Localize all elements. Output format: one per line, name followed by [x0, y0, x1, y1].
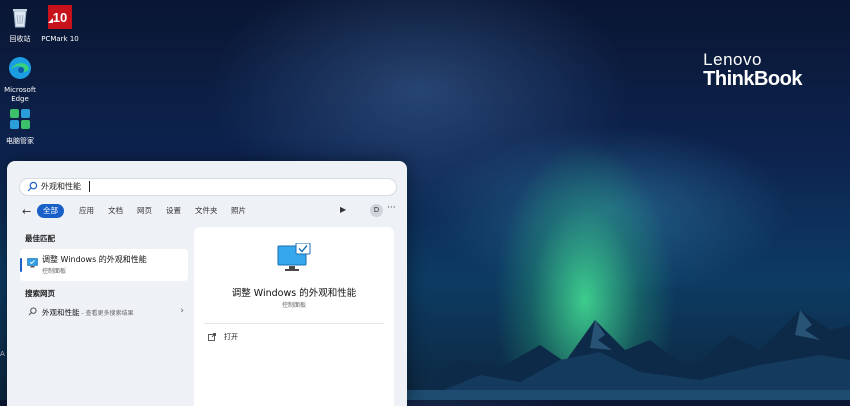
- back-arrow-icon[interactable]: ←: [22, 205, 31, 218]
- desktop-edge-fragment: A: [0, 350, 5, 358]
- filter-all[interactable]: 全部: [37, 204, 64, 218]
- desktop-icon-pc-manager[interactable]: 电脑管家: [0, 106, 48, 146]
- open-action[interactable]: 打开: [224, 332, 238, 342]
- detail-subtitle: 控制面板: [281, 302, 306, 309]
- search-panel: 外观和性能 ← 全部 应用 文档 网页 设置 文件夹 照片 ▶ D ··· 最佳…: [7, 161, 407, 406]
- desktop-icon-pcmark10[interactable]: 10 PCMark 10: [32, 4, 88, 44]
- search-icon: [27, 181, 38, 192]
- performance-settings-icon: [27, 258, 38, 268]
- pc-manager-icon: [10, 109, 30, 129]
- pc-manager-label: 电脑管家: [6, 137, 34, 145]
- web-result-text: 外观和性能 - 查看更多搜索结果: [42, 307, 133, 318]
- filter-bar: ← 全部 应用 文档 网页 设置 文件夹 照片 ▶ D ···: [19, 203, 396, 219]
- best-match-header: 最佳匹配: [25, 234, 55, 243]
- web-result-title: 外观和性能: [42, 308, 80, 317]
- chevron-right-icon[interactable]: ›: [180, 306, 184, 316]
- play-icon[interactable]: ▶: [340, 205, 346, 214]
- filter-settings[interactable]: 设置: [160, 204, 187, 218]
- divider: [204, 323, 384, 324]
- search-query: 外观和性能: [41, 182, 81, 191]
- brand-line1: Lenovo: [703, 50, 762, 69]
- web-result-subtitle: - 查看更多搜索结果: [79, 310, 134, 317]
- edge-label-line1: Microsoft: [4, 86, 36, 94]
- brand-line2: ThinkBook: [703, 68, 802, 90]
- filter-photos[interactable]: 照片: [225, 204, 252, 218]
- performance-settings-icon: [277, 243, 311, 271]
- web-search-header: 搜索网页: [25, 289, 55, 298]
- avatar[interactable]: D: [370, 204, 383, 217]
- text-caret: [89, 181, 90, 192]
- recycle-bin-icon: [13, 9, 27, 28]
- filter-web[interactable]: 网页: [131, 204, 158, 218]
- best-match-subtitle: 控制面板: [42, 268, 67, 275]
- detail-title: 调整 Windows 的外观和性能: [231, 288, 357, 299]
- filter-apps[interactable]: 应用: [73, 204, 100, 218]
- filter-documents[interactable]: 文档: [102, 204, 129, 218]
- filter-folders[interactable]: 文件夹: [189, 204, 224, 218]
- lenovo-thinkbook-logo: Lenovo ThinkBook: [703, 50, 802, 91]
- edge-icon: [9, 57, 31, 79]
- desktop-icon-edge[interactable]: Microsoft Edge: [0, 55, 48, 104]
- selection-indicator: [20, 258, 22, 272]
- search-icon: [28, 307, 37, 316]
- search-input[interactable]: 外观和性能: [19, 178, 397, 196]
- pcmark-icon: 10: [48, 5, 72, 29]
- web-search-result[interactable]: 外观和性能 - 查看更多搜索结果 ›: [20, 305, 188, 319]
- edge-label-line2: Edge: [11, 95, 29, 103]
- best-match-result[interactable]: 调整 Windows 的外观和性能 控制面板: [20, 249, 188, 281]
- open-external-icon: [208, 333, 216, 341]
- more-options-button[interactable]: ···: [387, 203, 396, 213]
- svg-text:10: 10: [53, 10, 67, 25]
- best-match-title: 调整 Windows 的外观和性能: [42, 255, 147, 264]
- result-detail-pane: 调整 Windows 的外观和性能 控制面板 打开: [194, 227, 394, 406]
- pcmark-label: PCMark 10: [41, 35, 79, 43]
